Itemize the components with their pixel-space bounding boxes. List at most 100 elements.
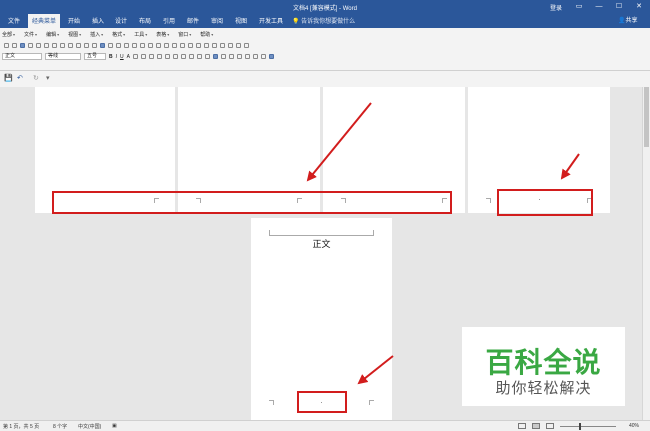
- size-select[interactable]: 五号: [84, 53, 106, 60]
- italic-button[interactable]: I: [116, 54, 117, 60]
- tell-me-search[interactable]: 💡 告诉我你想要做什么: [292, 16, 355, 25]
- equation-icon[interactable]: [236, 43, 241, 48]
- document-map-icon[interactable]: [140, 43, 145, 48]
- zoom-slider[interactable]: [560, 426, 616, 427]
- save-icon[interactable]: [20, 43, 25, 48]
- tab-references[interactable]: 引用: [163, 16, 175, 25]
- menu-help[interactable]: 帮助: [200, 31, 213, 39]
- underline-button[interactable]: U: [120, 54, 124, 60]
- scroll-thumb[interactable]: [644, 87, 649, 147]
- drawing-icon[interactable]: [132, 43, 137, 48]
- print-layout-icon[interactable]: [532, 423, 540, 429]
- paste-icon[interactable]: [68, 43, 73, 48]
- menu-table[interactable]: 表格: [156, 31, 169, 39]
- table-icon[interactable]: [108, 43, 113, 48]
- highlight-button[interactable]: A: [127, 54, 130, 60]
- copy-icon[interactable]: [60, 43, 65, 48]
- web-layout-icon[interactable]: [546, 423, 554, 429]
- select-icon[interactable]: [260, 54, 266, 59]
- align-left-icon[interactable]: [132, 54, 138, 59]
- bold-button[interactable]: B: [109, 54, 113, 60]
- replace-icon[interactable]: [252, 54, 258, 59]
- maximize-button[interactable]: ☐: [612, 1, 626, 12]
- share-button[interactable]: 👤共享: [618, 15, 638, 24]
- tab-home[interactable]: 开始: [68, 16, 80, 25]
- minimize-button[interactable]: —: [592, 1, 606, 12]
- align-center-icon[interactable]: [140, 54, 146, 59]
- menu-format[interactable]: 格式: [112, 31, 125, 39]
- tab-layout[interactable]: 布局: [139, 16, 151, 25]
- macro-icon[interactable]: ▣: [112, 423, 117, 429]
- read-mode-icon[interactable]: [518, 423, 526, 429]
- word-count[interactable]: 8 个字: [53, 423, 67, 430]
- zoom-level[interactable]: 40%: [629, 423, 639, 429]
- tab-view[interactable]: 视图: [235, 16, 247, 25]
- increase-indent-icon[interactable]: [196, 54, 202, 59]
- language-indicator[interactable]: 中文(中国): [78, 423, 101, 430]
- show-hide-icon[interactable]: [148, 43, 153, 48]
- undo-qat-icon[interactable]: ↶: [17, 74, 23, 82]
- align-right-icon[interactable]: [148, 54, 154, 59]
- page-5[interactable]: 正文: [251, 218, 392, 420]
- preview-icon[interactable]: [36, 43, 41, 48]
- border-icon[interactable]: [204, 54, 210, 59]
- menu-view[interactable]: 视图: [68, 31, 81, 39]
- menu-insert[interactable]: 插入: [90, 31, 103, 39]
- tab-classic-menu[interactable]: 经典菜单: [28, 14, 61, 28]
- smartart-icon[interactable]: [188, 43, 193, 48]
- editing-icon[interactable]: [236, 54, 242, 59]
- line-spacing-icon[interactable]: [164, 54, 170, 59]
- tab-design[interactable]: 设计: [115, 16, 127, 25]
- tab-file[interactable]: 文件: [8, 16, 20, 25]
- menu-window[interactable]: 窗口: [178, 31, 191, 39]
- open-icon[interactable]: [12, 43, 17, 48]
- tab-mailings[interactable]: 邮件: [187, 16, 199, 25]
- undo-icon[interactable]: [84, 43, 89, 48]
- shapes-icon[interactable]: [172, 43, 177, 48]
- symbol-icon[interactable]: [228, 43, 233, 48]
- redo-qat-icon[interactable]: ↻: [33, 74, 39, 82]
- document-body-text[interactable]: 正文: [251, 237, 392, 250]
- clear-format-icon[interactable]: [220, 54, 226, 59]
- customize-qat-icon[interactable]: ▾: [46, 74, 50, 82]
- columns-icon[interactable]: [124, 43, 129, 48]
- page-number-icon[interactable]: [220, 43, 225, 48]
- bullets-icon[interactable]: [180, 54, 186, 59]
- spell-icon[interactable]: [44, 43, 49, 48]
- insert-table-icon[interactable]: [116, 43, 121, 48]
- new-icon[interactable]: [4, 43, 9, 48]
- styles-icon[interactable]: [228, 54, 234, 59]
- numbering-icon[interactable]: [172, 54, 178, 59]
- help-icon[interactable]: [268, 54, 274, 59]
- cut-icon[interactable]: [52, 43, 57, 48]
- tab-review[interactable]: 审阅: [211, 16, 223, 25]
- font-select[interactable]: 等线: [45, 53, 81, 60]
- page-count[interactable]: 第 1 页，共 5 页: [3, 423, 39, 430]
- footer-icon[interactable]: [212, 43, 217, 48]
- vertical-scrollbar[interactable]: [642, 87, 650, 420]
- zoom-icon[interactable]: [156, 43, 161, 48]
- picture-icon[interactable]: [164, 43, 169, 48]
- redo-icon[interactable]: [92, 43, 97, 48]
- format-painter-icon[interactable]: [76, 43, 81, 48]
- textbox-icon[interactable]: [196, 43, 201, 48]
- style-select[interactable]: 正文: [2, 53, 42, 60]
- find-icon[interactable]: [244, 54, 250, 59]
- login-link[interactable]: 登录: [550, 3, 562, 12]
- print-icon[interactable]: [28, 43, 33, 48]
- menu-tools[interactable]: 工具: [134, 31, 147, 39]
- chart-icon[interactable]: [180, 43, 185, 48]
- tab-developer[interactable]: 开发工具: [259, 16, 283, 25]
- justify-icon[interactable]: [156, 54, 162, 59]
- close-button[interactable]: ✕: [632, 1, 646, 12]
- menu-all[interactable]: 全部: [2, 31, 15, 39]
- more-icon[interactable]: [244, 43, 249, 48]
- menu-file[interactable]: 文件: [24, 31, 37, 39]
- header-icon[interactable]: [204, 43, 209, 48]
- font-color-icon[interactable]: [212, 54, 218, 59]
- ribbon-display-icon[interactable]: ▭: [572, 1, 586, 12]
- hyperlink-icon[interactable]: [100, 43, 105, 48]
- decrease-indent-icon[interactable]: [188, 54, 194, 59]
- tab-insert[interactable]: 插入: [92, 16, 104, 25]
- menu-edit[interactable]: 编辑: [46, 31, 59, 39]
